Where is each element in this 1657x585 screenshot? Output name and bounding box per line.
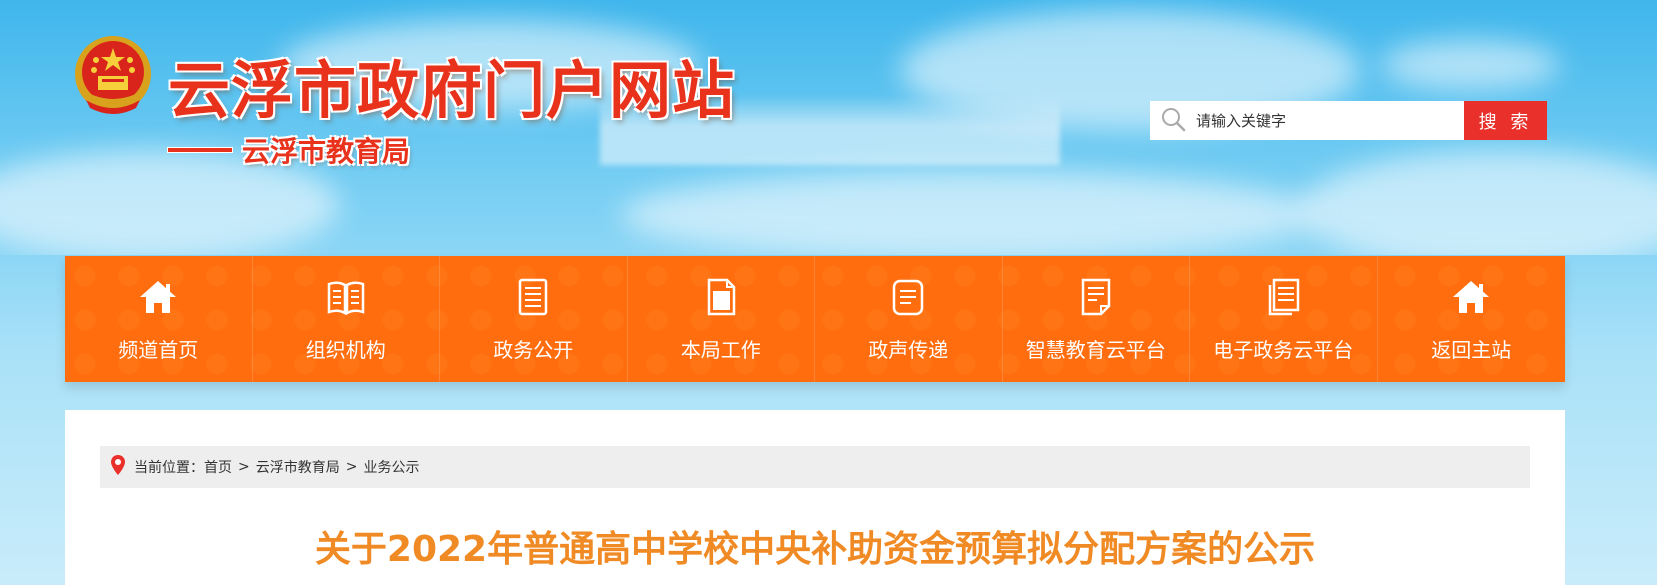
nav-item-organization[interactable]: 组织机构 <box>253 256 440 382</box>
article-title: 关于2022年普通高中学校中央补助资金预算拟分配方案的公示 <box>314 529 1316 570</box>
nav-item-label: 返回主站 <box>1431 337 1512 362</box>
search-icon <box>1160 106 1186 136</box>
main-nav: 频道首页 组织机构 政务公开 本局工作 政声传递 智慧教育云平台 电子政务云平台… <box>65 256 1565 382</box>
breadcrumb-separator: > <box>238 459 250 475</box>
subtitle-dash <box>168 148 232 152</box>
nav-item-label: 电子政务云平台 <box>1213 337 1354 362</box>
home-icon <box>137 276 179 334</box>
nav-item-return-main-site[interactable]: 返回主站 <box>1378 256 1566 382</box>
breadcrumb: 当前位置： 首页 > 云浮市教育局 > 业务公示 <box>100 446 1530 488</box>
book-icon <box>325 276 367 334</box>
breadcrumb-link-department[interactable]: 云浮市教育局 <box>256 457 340 477</box>
stacked-documents-icon <box>1262 276 1304 334</box>
home-icon <box>1450 276 1492 334</box>
breadcrumb-prefix: 当前位置： <box>134 460 204 476</box>
page-header: 云浮市政府门户网站 云浮市教育局 搜 索 <box>0 0 1657 255</box>
breadcrumb-link-home[interactable]: 首页 <box>204 457 232 477</box>
breadcrumb-separator: > <box>345 459 358 475</box>
department-name: 云浮市教育局 <box>242 135 411 168</box>
notes-icon <box>887 276 929 334</box>
nav-item-label: 政声传递 <box>868 337 949 362</box>
nav-item-smart-education[interactable]: 智慧教育云平台 <box>1003 256 1190 382</box>
department-subtitle: 云浮市教育局 <box>168 130 410 170</box>
content-panel: 当前位置： 首页 > 云浮市教育局 > 业务公示 关于2022年普通高中学校中央… <box>65 410 1565 585</box>
breadcrumb-link-section[interactable]: 业务公示 <box>363 457 419 477</box>
search-field-container[interactable] <box>1150 101 1464 140</box>
location-pin-icon <box>110 454 134 480</box>
nav-item-voice-transmission[interactable]: 政声传递 <box>815 256 1003 382</box>
clipboard-icon <box>700 276 742 334</box>
nav-item-label: 智慧教育云平台 <box>1025 337 1166 362</box>
nav-item-label: 频道首页 <box>118 337 199 362</box>
document-list-icon <box>512 276 554 334</box>
nav-item-e-government[interactable]: 电子政务云平台 <box>1190 256 1378 382</box>
nav-item-label: 组织机构 <box>305 337 386 362</box>
nav-item-label: 本局工作 <box>680 337 761 362</box>
search-bar: 搜 索 <box>1150 101 1547 140</box>
search-input[interactable] <box>1196 111 1436 130</box>
nav-item-label: 政务公开 <box>493 337 574 362</box>
site-title: 云浮市政府门户网站 <box>168 54 736 127</box>
nav-item-channel-home[interactable]: 频道首页 <box>65 256 253 382</box>
file-edit-icon <box>1075 276 1117 334</box>
national-emblem-icon <box>72 34 154 118</box>
nav-item-government-affairs[interactable]: 政务公开 <box>440 256 628 382</box>
nav-item-bureau-work[interactable]: 本局工作 <box>628 256 815 382</box>
search-button[interactable]: 搜 索 <box>1464 101 1547 140</box>
